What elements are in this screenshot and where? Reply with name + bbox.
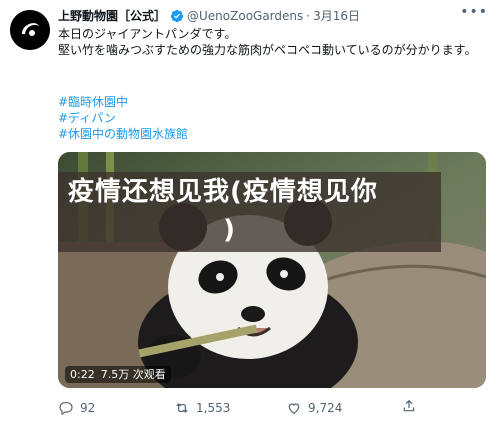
hashtag-link[interactable]: #休園中の動物園水族館 xyxy=(58,126,188,142)
share-button[interactable] xyxy=(401,398,423,414)
overlay-caption-line1: 疫情还想见我(疫情想见你 xyxy=(68,177,378,207)
reply-icon xyxy=(59,402,73,416)
separator-dot: · xyxy=(306,9,311,23)
retweet-count: 1,553 xyxy=(196,401,231,415)
action-bar: 92 1,553 9,724 xyxy=(58,398,468,422)
video-views: 7.5万 次观看 xyxy=(100,368,166,381)
retweet-button[interactable]: 1,553 xyxy=(174,398,230,418)
hashtag-link[interactable]: #臨時休園中 xyxy=(58,94,188,110)
avatar[interactable] xyxy=(10,10,50,50)
reply-count: 92 xyxy=(80,401,96,415)
display-name[interactable]: 上野動物園［公式］ xyxy=(58,8,166,24)
like-button[interactable]: 9,724 xyxy=(286,398,342,418)
more-icon[interactable]: ••• xyxy=(460,5,488,19)
overlay-caption: 疫情还想见我(疫情想见你 ) xyxy=(68,173,428,249)
verified-badge-icon xyxy=(170,9,184,23)
zoo-logo-icon xyxy=(10,10,50,50)
retweet-icon xyxy=(176,403,188,413)
video-duration: 0:22 xyxy=(70,368,95,381)
reply-button[interactable]: 92 xyxy=(58,398,95,418)
hashtag-list: #臨時休園中 #ディパン #休園中の動物園水族館 xyxy=(58,94,188,142)
heart-icon xyxy=(288,403,300,415)
overlay-caption-line2: ) xyxy=(223,215,236,245)
like-count: 9,724 xyxy=(308,401,343,415)
tweet-text: 本日のジャイアントパンダです。 堅い竹を噛みつぶすための強力な筋肉がペコペコ動い… xyxy=(58,27,477,57)
tweet-date[interactable]: 3月16日 xyxy=(313,8,360,24)
video-stats-badge: 0:22 7.5万 次观看 xyxy=(65,366,171,383)
handle[interactable]: @UenoZooGardens xyxy=(187,8,303,24)
tweet-header: 上野動物園［公式］ @UenoZooGardens · 3月16日 xyxy=(58,8,360,24)
hashtag-link[interactable]: #ディパン xyxy=(58,110,188,126)
share-icon xyxy=(403,399,415,412)
